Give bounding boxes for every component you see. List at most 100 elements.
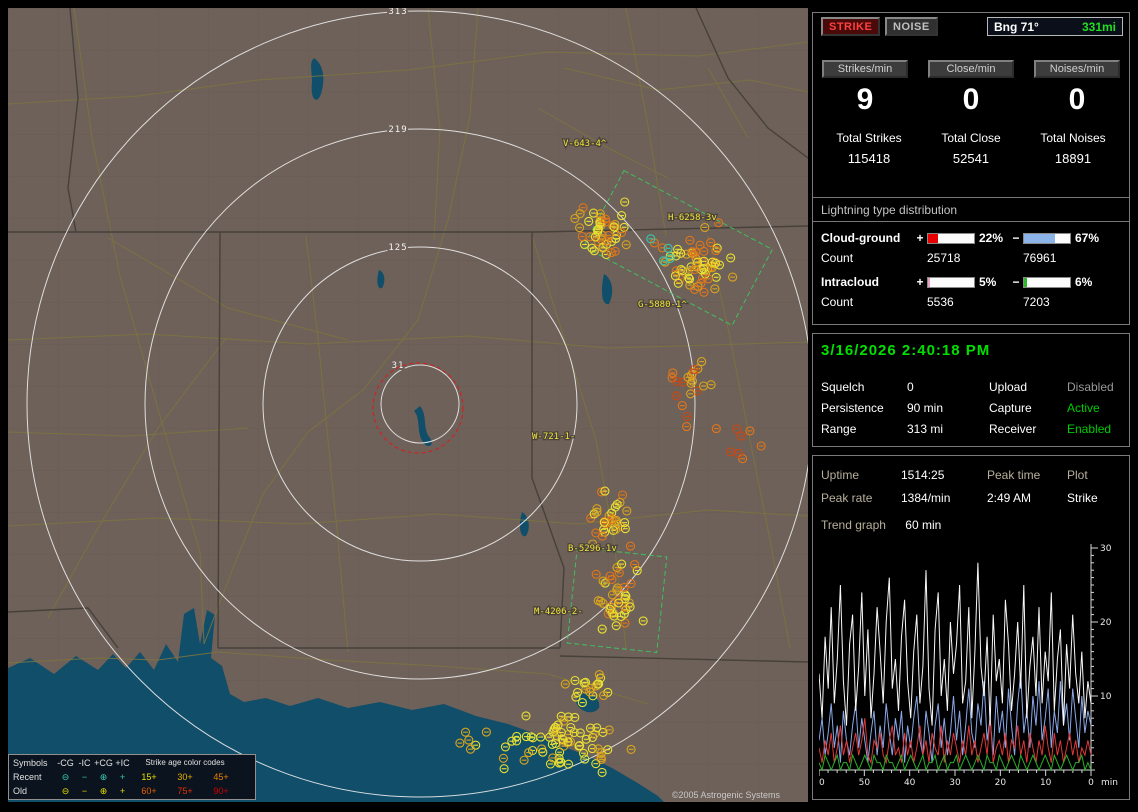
- distribution-row: Cloud-ground +22% − 67%: [813, 231, 1129, 245]
- trend-graph-label: Trend graph: [821, 518, 886, 532]
- legend-cell: 30+: [177, 772, 193, 782]
- legend-cell: +CG: [94, 758, 113, 768]
- storm-cell-label: M-4206-2-: [534, 607, 583, 617]
- rate-boxes: Strikes/min 9 Close/min 0 Noises/min 0: [813, 59, 1129, 117]
- y-tick-label: 20: [1100, 618, 1112, 628]
- legend-cell: +: [119, 772, 126, 782]
- peak-rate-value: 1384/min: [901, 491, 951, 505]
- copyright: ©2005 Astrogenic Systems: [671, 790, 780, 800]
- setting-label: Range: [821, 422, 857, 436]
- trend-window: 60 min: [905, 518, 942, 532]
- strike-button[interactable]: STRIKE: [821, 17, 881, 36]
- legend-cell: Strike age color codes: [145, 758, 225, 767]
- storm-cell-label: V-643-4^: [563, 139, 607, 149]
- legend-cell: +IC: [115, 758, 130, 768]
- total-label: Total Noises: [1040, 131, 1106, 145]
- plus-sign: +: [916, 231, 924, 245]
- legend-cell: -CG: [57, 758, 74, 768]
- app-window: 313 219 125 31 V-643-4^ H-6258-3v G-5880-1^ W-…: [0, 0, 1138, 812]
- bearing-distance: 331mi: [1081, 19, 1116, 34]
- totals-row: Total Strikes 115418 Total Close 52541 Total…: [813, 131, 1129, 166]
- range-ring-label: 313: [388, 8, 407, 17]
- setting-status: Enabled: [1067, 422, 1112, 436]
- range-ring-label: 219: [388, 125, 407, 135]
- count-row: Count 25718 76961: [813, 251, 1129, 265]
- storm-cell-label: B-5296-1v: [568, 544, 617, 554]
- positive-percent: 22%: [979, 231, 1004, 245]
- legend-cell: 45+: [213, 772, 229, 782]
- setting-label: Persistence: [821, 401, 884, 415]
- count-label: Count: [821, 295, 854, 309]
- storm-cell-label: W-721-1-: [532, 432, 575, 442]
- rate-button-close-min[interactable]: Close/min: [928, 60, 1014, 78]
- peak-time-value: 2:49 AM: [987, 491, 1032, 505]
- setting-value: 313 mi: [907, 422, 944, 436]
- map-legend: Symbols -CG -IC +CG +IC Strike age color code…: [8, 754, 256, 800]
- legend-cell: 75+: [177, 786, 193, 796]
- x-tick-label: 30: [949, 778, 961, 788]
- negative-percent: 6%: [1075, 275, 1093, 289]
- x-tick-label: 0: [1088, 778, 1094, 788]
- datetime: 3/16/2026 2:40:18 PM: [821, 342, 991, 359]
- legend-cell: +: [119, 786, 126, 796]
- total-value: 52541: [952, 151, 990, 166]
- negative-count: 7203: [1023, 295, 1050, 309]
- bearing-value: Bng 71°: [994, 19, 1039, 34]
- negative-bar: [1023, 232, 1071, 244]
- x-tick-label: 50: [859, 778, 871, 788]
- count-label: Count: [821, 251, 854, 265]
- legend-cell: 60+: [141, 786, 157, 796]
- negative-bar-fill: [1024, 233, 1055, 243]
- trend-panel: Uptime 1514:25 Peak time Plot Peak rate 1384/…: [812, 455, 1130, 800]
- distribution-label: Cloud-ground: [821, 231, 901, 245]
- rate-column: Noises/min 0: [1033, 59, 1121, 117]
- legend-cell: −: [81, 786, 88, 796]
- divider: [813, 221, 1129, 222]
- total-column: Total Noises 18891: [1025, 131, 1121, 166]
- setting-value: 90 min: [907, 401, 944, 415]
- legend-cell: 90+: [213, 786, 229, 796]
- noise-button[interactable]: NOISE: [885, 17, 938, 36]
- legend-cell: Recent: [13, 772, 42, 782]
- positive-count: 5536: [927, 295, 954, 309]
- settings-row: Persistence 90 min Capture Active: [813, 401, 1129, 415]
- rate-column: Close/min 0: [927, 59, 1015, 117]
- plus-sign: +: [916, 275, 924, 289]
- minus-sign: −: [1012, 231, 1020, 245]
- peak-time-label: Peak time: [987, 468, 1041, 482]
- rate-value: 9: [856, 83, 874, 116]
- bearing-display: Bng 71° 331mi: [987, 17, 1123, 36]
- peak-rate-label: Peak rate: [821, 491, 873, 505]
- settings-row: Range 313 mi Receiver Enabled: [813, 422, 1129, 436]
- setting-label: Squelch: [821, 380, 865, 394]
- plot-value: Strike: [1067, 491, 1098, 505]
- x-tick-label: 20: [995, 778, 1007, 788]
- rate-button-strikes-min[interactable]: Strikes/min: [822, 60, 908, 78]
- setting-status: Disabled: [1067, 380, 1114, 394]
- rate-button-noises-min[interactable]: Noises/min: [1034, 60, 1120, 78]
- storm-cell-label: G-5880-1^: [638, 300, 687, 310]
- plot-label: Plot: [1067, 468, 1088, 482]
- x-tick-label: 60: [819, 778, 825, 788]
- session-grid: Uptime 1514:25 Peak time Plot Peak rate 1384/…: [813, 456, 1129, 505]
- total-label: Total Close: [941, 131, 1001, 145]
- uptime-value: 1514:25: [901, 468, 945, 482]
- map-area[interactable]: 313 219 125 31 V-643-4^ H-6258-3v G-5880-1^ W-…: [8, 8, 808, 802]
- negative-percent: 67%: [1075, 231, 1100, 245]
- count-row: Count 5536 7203: [813, 295, 1129, 309]
- total-column: Total Close 52541: [923, 131, 1019, 166]
- lightning-map[interactable]: 313 219 125 31 V-643-4^ H-6258-3v G-5880-1^ W-…: [8, 8, 808, 802]
- y-tick-label: 30: [1100, 544, 1112, 554]
- total-column: Total Strikes 115418: [821, 131, 917, 166]
- rate-value: 0: [1068, 83, 1086, 116]
- stats-panel: STRIKE NOISE Bng 71° 331mi Strikes/min 9 C…: [812, 12, 1130, 325]
- status-panel: 3/16/2026 2:40:18 PM Squelch 0 Upload Disab…: [812, 333, 1130, 447]
- total-label: Total Strikes: [836, 131, 902, 145]
- range-ring-label: 31: [392, 361, 405, 371]
- setting-status: Active: [1067, 401, 1100, 415]
- negative-bar: [1023, 276, 1071, 288]
- negative-count: 76961: [1023, 251, 1057, 265]
- range-ring-label: 125: [388, 243, 407, 253]
- legend-cell: ⊖: [61, 786, 70, 796]
- legend-cell: ⊕: [99, 772, 108, 782]
